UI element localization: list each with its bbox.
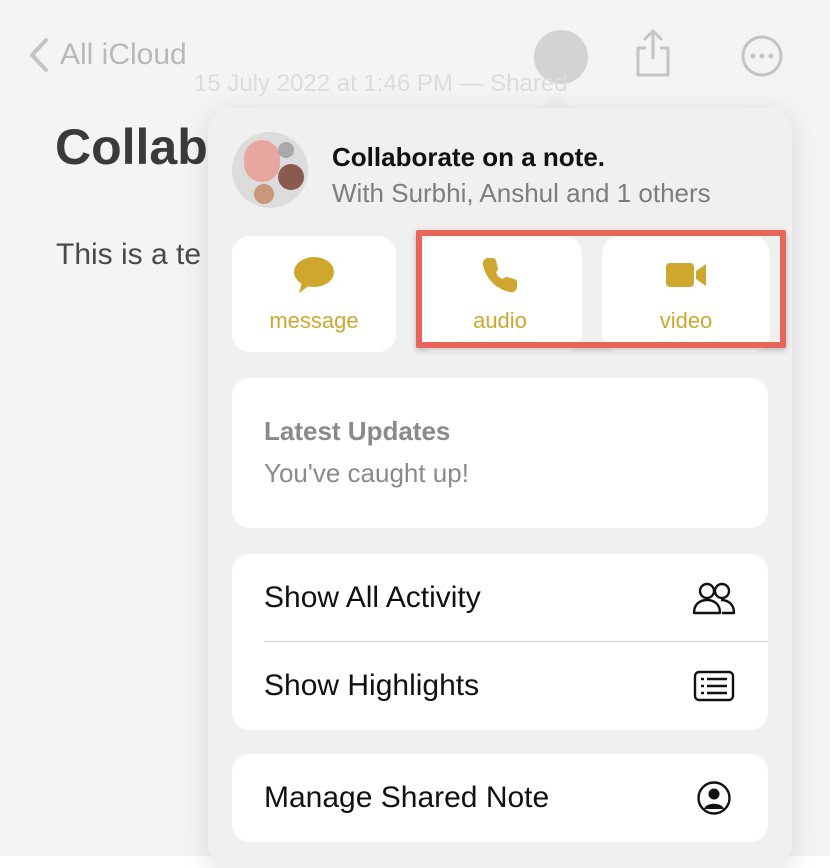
activity-list: Show All Activity Show Highlights: [232, 554, 768, 730]
note-title: Collab: [55, 119, 208, 175]
list-icon: [693, 670, 735, 702]
manage-shared-note-card: Manage Shared Note: [232, 754, 768, 842]
back-button[interactable]: All iCloud: [28, 36, 187, 74]
people-icon: [692, 582, 736, 615]
popover-subtitle: With Surbhi, Anshul and 1 others: [332, 178, 711, 208]
collaboration-popover: Collaborate on a note. With Surbhi, Ansh…: [208, 108, 792, 868]
message-button[interactable]: message: [232, 236, 396, 352]
note-date: 15 July 2022 at 1:46 PM — Shared: [194, 70, 568, 97]
group-avatar: [232, 132, 308, 208]
manage-shared-note-item[interactable]: Manage Shared Note: [232, 754, 768, 842]
popover-header: Collaborate on a note. With Surbhi, Ansh…: [232, 132, 772, 212]
popover-title: Collaborate on a note.: [332, 142, 606, 172]
latest-updates-card: Latest Updates You've caught up!: [232, 378, 768, 528]
share-icon[interactable]: [634, 28, 672, 78]
more-icon[interactable]: [740, 34, 784, 78]
show-highlights-item[interactable]: Show Highlights: [232, 642, 768, 730]
show-all-activity-item[interactable]: Show All Activity: [232, 554, 768, 642]
note-body: This is a te: [56, 238, 202, 271]
manage-shared-note-label: Manage Shared Note: [264, 781, 550, 814]
chevron-left-icon: [30, 38, 48, 72]
latest-updates-title: Latest Updates: [264, 416, 451, 446]
person-circle-icon: [697, 781, 731, 815]
message-bubble-icon: [294, 257, 334, 293]
latest-updates-status: You've caught up!: [264, 458, 469, 488]
show-highlights-label: Show Highlights: [264, 669, 480, 702]
audio-video-highlight-box: [416, 230, 786, 348]
show-all-activity-label: Show All Activity: [264, 581, 481, 614]
back-label: All iCloud: [60, 38, 187, 71]
message-label: message: [269, 308, 359, 333]
